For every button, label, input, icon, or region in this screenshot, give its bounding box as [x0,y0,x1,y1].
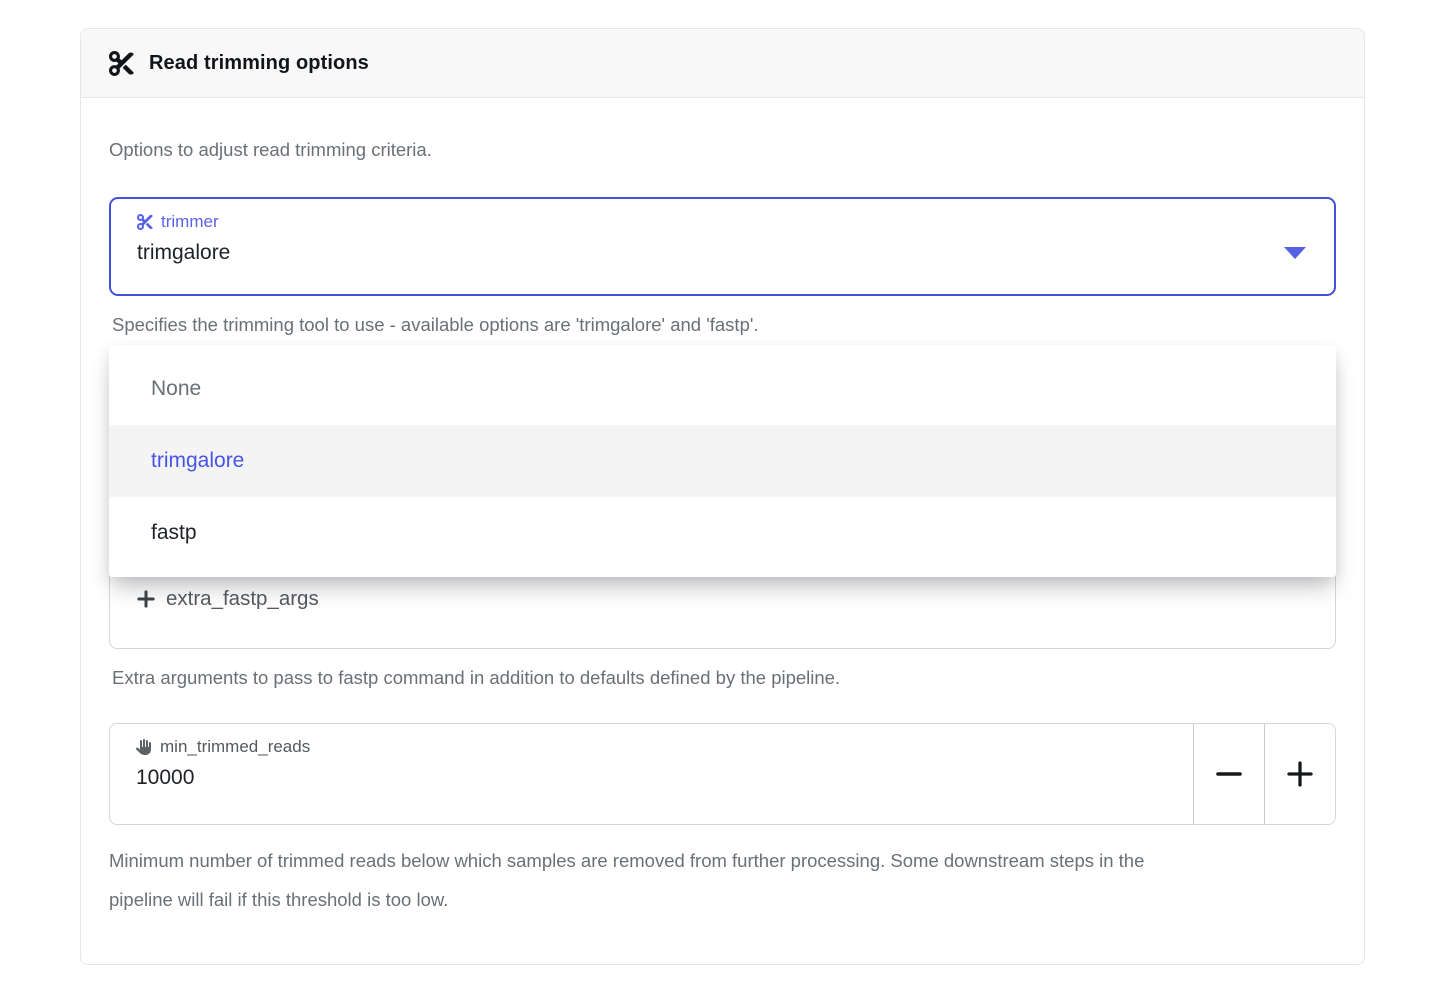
min-trimmed-reads-group: min_trimmed_reads 10000 [109,723,1336,825]
read-trimming-options-panel: Read trimming options Options to adjust … [80,28,1365,965]
dropdown-option-trimgalore[interactable]: trimgalore [109,425,1336,497]
panel-header: Read trimming options [81,29,1364,98]
dropdown-option-fastp[interactable]: fastp [109,497,1336,569]
page: Read trimming options Options to adjust … [0,0,1444,990]
panel-description: Options to adjust read trimming criteria… [109,139,432,161]
trimmer-help-text: Specifies the trimming tool to use - ava… [112,314,759,336]
dropdown-option-none[interactable]: None [109,353,1336,425]
minus-icon [1214,759,1244,789]
trimmer-label-row: trimmer [137,212,1308,232]
extra-fastp-args-help-text: Extra arguments to pass to fastp command… [112,667,840,689]
min-trimmed-reads-label-row: min_trimmed_reads [136,737,1167,757]
decrement-button[interactable] [1193,724,1264,824]
extra-fastp-args-label: extra_fastp_args [166,587,319,611]
min-trimmed-reads-input[interactable]: min_trimmed_reads 10000 [110,724,1193,824]
min-trimmed-reads-label: min_trimmed_reads [160,737,310,757]
caret-down-icon [1284,247,1306,259]
hand-icon [136,739,152,755]
plus-icon [1285,759,1315,789]
increment-button[interactable] [1264,724,1335,824]
plus-icon [136,589,156,609]
trimmer-select[interactable]: trimmer trimgalore [109,197,1336,296]
min-trimmed-reads-value: 10000 [136,766,1167,790]
trimmer-dropdown-menu: None trimgalore fastp [109,345,1336,577]
trimmer-label: trimmer [161,212,219,232]
min-trimmed-reads-help-text: Minimum number of trimmed reads below wh… [109,841,1194,919]
trimmer-value: trimgalore [137,241,1308,265]
scissors-icon [109,51,134,76]
scissors-icon [137,214,153,230]
panel-title: Read trimming options [149,52,369,75]
